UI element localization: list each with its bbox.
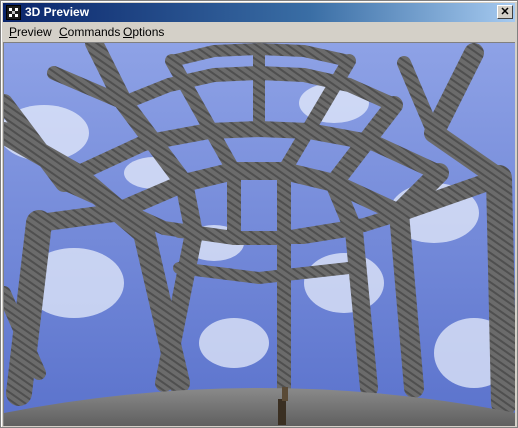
menu-bar: Preview Commands Options — [3, 23, 515, 41]
preview-window: 3D Preview ✕ Preview Commands Options — [0, 0, 518, 428]
grid-app-icon[interactable] — [6, 5, 21, 20]
menu-commands[interactable]: Commands — [59, 25, 120, 40]
close-button[interactable]: ✕ — [497, 5, 513, 19]
title-bar[interactable]: 3D Preview ✕ — [3, 3, 515, 22]
scene-render — [4, 43, 515, 426]
window-title: 3D Preview — [25, 5, 90, 19]
close-icon: ✕ — [500, 6, 510, 18]
3d-viewport[interactable] — [3, 42, 515, 426]
menu-options[interactable]: Options — [123, 25, 164, 40]
menu-preview[interactable]: Preview — [9, 25, 52, 40]
